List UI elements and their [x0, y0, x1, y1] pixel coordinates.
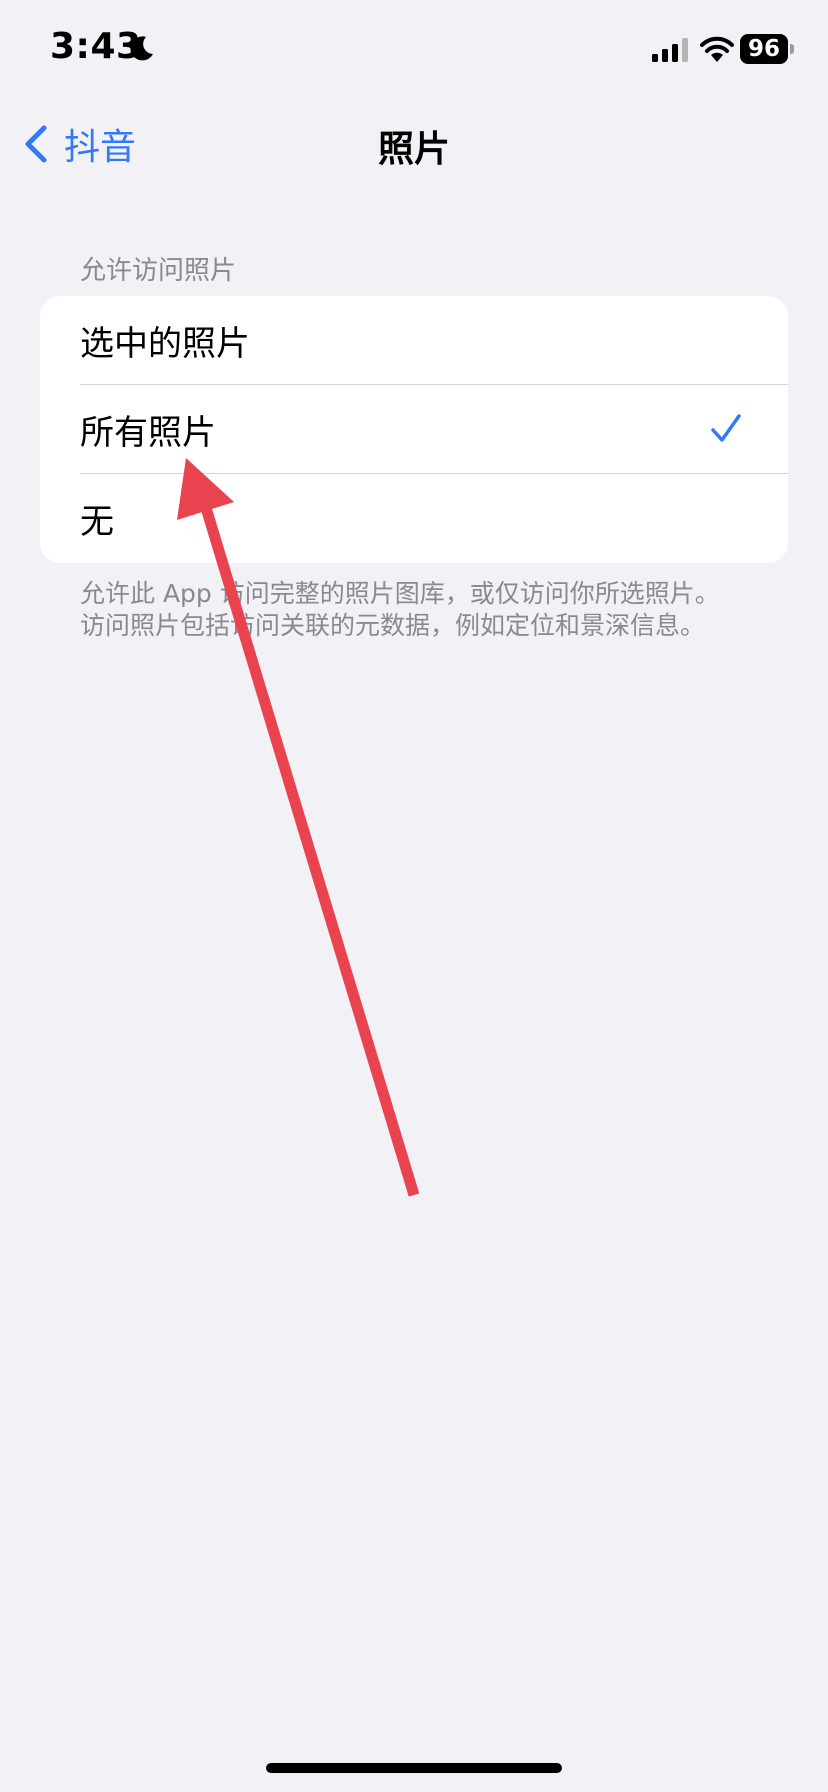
- option-none[interactable]: 无: [40, 474, 788, 563]
- footer-description: 允许此 App 访问完整的照片图库，或仅访问你所选照片。 访问照片包括访问关联的…: [80, 578, 780, 642]
- option-label: 所有照片: [80, 413, 216, 453]
- moon-icon: [130, 36, 153, 61]
- signal-icon: [652, 38, 688, 62]
- option-label: 选中的照片: [80, 324, 250, 364]
- option-all-photos[interactable]: 所有照片: [40, 385, 788, 474]
- photo-access-options: 选中的照片 所有照片 无: [40, 296, 788, 563]
- wifi-icon: [700, 36, 734, 62]
- footer-line: 访问照片包括访问关联的元数据，例如定位和景深信息。: [80, 611, 706, 640]
- section-header: 允许访问照片: [80, 256, 237, 286]
- option-label: 无: [80, 502, 114, 542]
- battery-icon: 96: [740, 34, 794, 64]
- navigation-bar: 抖音 照片: [0, 100, 828, 188]
- status-bar: 3:43 96: [0, 0, 828, 100]
- option-selected-photos[interactable]: 选中的照片: [40, 296, 788, 385]
- page-title: 照片: [377, 129, 450, 170]
- battery-level: 96: [747, 36, 780, 62]
- checkmark-icon: [711, 414, 741, 442]
- home-indicator[interactable]: [266, 1763, 562, 1773]
- footer-line: 允许此 App 访问完整的照片图库，或仅访问你所选照片。: [80, 579, 720, 608]
